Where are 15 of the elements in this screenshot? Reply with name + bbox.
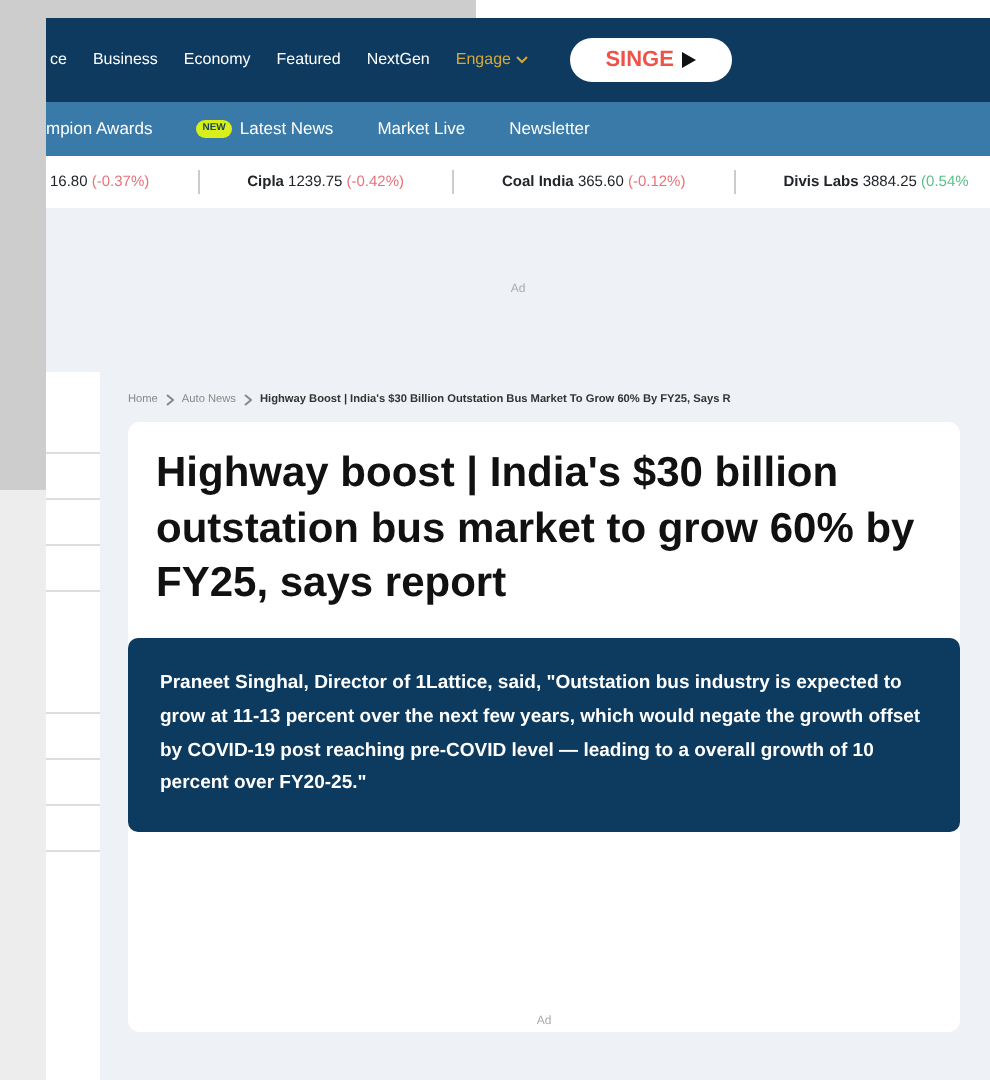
nav-link[interactable]: Economy [183,48,251,72]
nav-link[interactable]: Featured [276,48,341,72]
chevron-icon [243,393,252,406]
nav-link[interactable]: NextGen [366,48,430,72]
article-summary: Praneet Singhal, Director of 1Lattice, said, "Outstation bus industry is expected to grow at 11-13 percent over the next few years, which would negate the growth offset by COVID-19 post reaching pre-COVID level — leading to a overall growth of 10 percent over FY20-25." [128,638,960,832]
nav-link[interactable]: ce [50,48,67,72]
nav-dropdown[interactable]: Engage [455,48,528,72]
chevron-icon [165,393,174,406]
nav-link[interactable]: Market Live [377,116,466,142]
nav-link[interactable]: Business [92,48,158,72]
nav-link[interactable]: mpion Awards [46,116,153,142]
nav-link[interactable]: Newsletter [509,116,590,142]
play-icon [681,52,696,68]
chevron-icon [515,55,528,64]
article-title: Highway boost | India's $30 billion outstation bus market to grow 60% by FY25, says report [154,448,917,610]
